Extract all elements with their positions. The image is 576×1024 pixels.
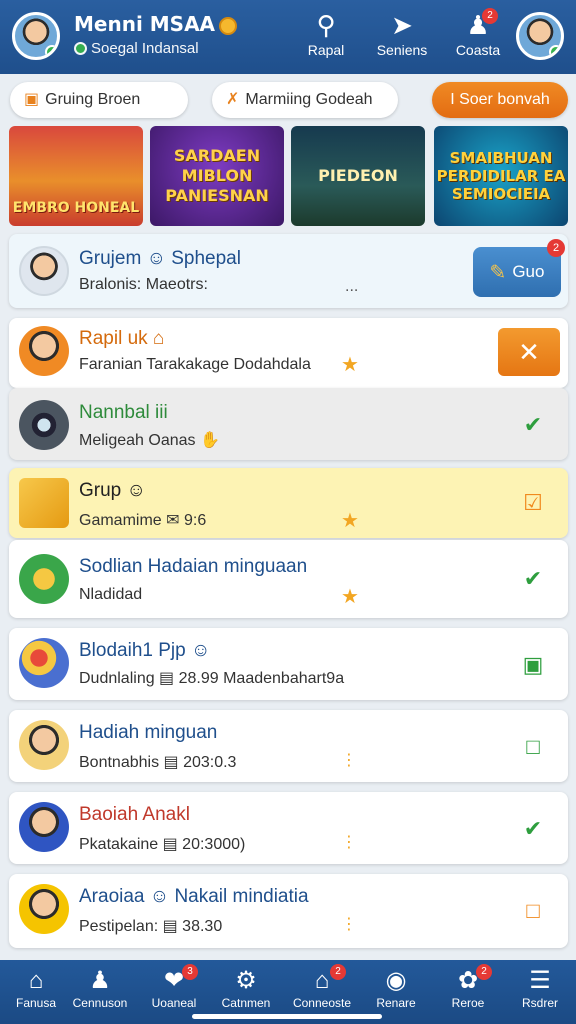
profile-avatar[interactable] (516, 12, 564, 60)
list-item[interactable]: Sodlian Hadaian minguaan Nladidad ★ ✔ (9, 540, 568, 618)
check-icon[interactable]: ✔ (520, 816, 546, 842)
item-subtitle: Dudnlaling ▤ 28.99 Maadenbahart9a (79, 670, 345, 687)
star-icon: ★ (341, 586, 359, 608)
tab-catnmen[interactable]: ⚙ Catnmen (210, 966, 282, 1010)
list-item[interactable]: Nannbal iii Meligeah Oanas ✋ ✔ (9, 388, 568, 460)
item-subtitle: Gamamime ✉ 9:6 (79, 512, 207, 529)
item-subtitle: Bontnabhis ▤ 203:0.3 (79, 754, 237, 771)
calendar-icon: ▣ (24, 91, 40, 108)
tab-fanusa[interactable]: ⌂ Fanusa (0, 966, 72, 1010)
more-dots[interactable]: ... (345, 278, 358, 296)
avatar (19, 246, 69, 296)
item-title: Nannbal iii (79, 402, 168, 423)
online-status-icon (549, 45, 561, 57)
item-title: Rapil uk ⌂ (79, 328, 165, 349)
banner-piedeon[interactable]: PIEDEON (291, 126, 425, 226)
notification-badge: 2 (330, 964, 346, 980)
rocket-icon: ➤ (391, 10, 413, 40)
chat-icon: ❤ (163, 967, 185, 994)
user-avatar[interactable] (12, 12, 60, 60)
avatar (19, 802, 69, 852)
avatar (19, 638, 69, 688)
tab-reroe[interactable]: ✿ 2 Reroe (432, 964, 504, 1010)
tab-uoaneal[interactable]: ❤ 3 Uoaneal (138, 964, 210, 1010)
home-icon: ⌂ (28, 967, 44, 994)
list-item[interactable]: Araoiaa ☺ Nakail mindiatia Pestipelan: ▤… (9, 874, 568, 948)
star-icon: ★ (341, 354, 359, 376)
item-title: Araoiaa ☺ Nakail mindiatia (79, 886, 309, 907)
bag-icon[interactable]: □ (520, 734, 546, 760)
avatar (19, 720, 69, 770)
group-action-button[interactable]: ✎ Guo 2 (473, 239, 565, 297)
group-title: Grujem ☺ Sphepal (79, 248, 241, 269)
item-subtitle: Meligeah Oanas ✋ (79, 432, 220, 449)
list-item[interactable]: Rapil uk ⌂ Faranian Tarakakage Dodahdala… (9, 318, 568, 388)
avatar (19, 400, 69, 450)
pin-icon: ⋮ (341, 916, 357, 933)
tab-cennuson[interactable]: ♟ Cennuson (64, 966, 136, 1010)
home-indicator[interactable] (192, 1014, 382, 1019)
star-icon: ★ (341, 510, 359, 532)
gift-icon: ✿ (457, 967, 479, 994)
avatar (19, 884, 69, 934)
item-title: Baoiah Anakl (79, 804, 190, 825)
item-subtitle: Faranian Tarakakage Dodahdala (79, 356, 311, 373)
group-card[interactable]: Grujem ☺ Sphepal Bralonis: Maeotrs: ... … (9, 234, 568, 308)
nav-rapal[interactable]: ⚲ Rapal (286, 8, 366, 58)
avatar (19, 326, 69, 376)
notification-badge: 2 (482, 8, 498, 24)
banner-embro-honeal[interactable]: EMBRO HONEAL (9, 126, 143, 226)
banner-smaibhuan[interactable]: SMAIBHUAN PERDIDILAR EA SEMIOCIEIA (434, 126, 568, 226)
menu-icon: ☰ (529, 967, 551, 994)
pencil-icon: ✎ (489, 261, 507, 284)
tab-rsdrer[interactable]: ☰ Rsdrer (504, 966, 576, 1010)
nav-coasta[interactable]: ♟ 2 Coasta (438, 8, 518, 58)
gear-icon: ⚙ (235, 967, 257, 994)
item-title: Sodlian Hadaian minguaan (79, 556, 308, 577)
avatar (19, 554, 69, 604)
online-status-icon (45, 45, 57, 57)
search-icon: ⚲ (316, 10, 336, 40)
nav-seniens[interactable]: ➤ Seniens (362, 8, 442, 58)
bag-icon[interactable]: ▣ (520, 652, 546, 678)
clock-icon: ◉ (385, 967, 407, 994)
group-subtitle: Bralonis: Maeotrs: (79, 276, 208, 293)
item-title: Hadiah minguan (79, 722, 218, 743)
tab-renare[interactable]: ◉ Renare (360, 966, 432, 1010)
users-icon: ♟ (466, 10, 490, 40)
item-title: Blodaih1 Pjp ☺ (79, 640, 211, 661)
check-icon[interactable]: ✔ (520, 412, 546, 438)
filter-gruing-broen[interactable]: ▣ Gruing Broen (10, 82, 188, 118)
close-button[interactable]: ✕ (498, 328, 560, 376)
online-dot-icon (74, 42, 87, 55)
list-item[interactable]: Blodaih1 Pjp ☺ Dudnlaling ▤ 28.99 Maaden… (9, 628, 568, 700)
coins-icon (19, 478, 69, 528)
pin-icon: ⋮ (341, 752, 357, 769)
filter-marmiing-godeah[interactable]: ✗ Marmiing Godeah (212, 82, 398, 118)
notification-badge: 3 (182, 964, 198, 980)
list-item[interactable]: Grup ☺ Gamamime ✉ 9:6 ★ ☑ (9, 468, 568, 538)
list-item[interactable]: Hadiah minguan Bontnabhis ▤ 203:0.3 ⋮ □ (9, 710, 568, 782)
person-icon: ✗ (226, 91, 240, 108)
notification-badge: 2 (476, 964, 492, 980)
item-subtitle: Pkatakaine ▤ 20:3000) (79, 836, 246, 853)
check-icon[interactable]: ✔ (520, 566, 546, 592)
check-icon[interactable]: ☑ (520, 490, 546, 516)
filter-soer-bonvah[interactable]: I Soer bonvah (432, 82, 568, 118)
item-title: Grup ☺ (79, 480, 146, 501)
house-icon: ⌂ (314, 967, 330, 994)
tab-conneoste[interactable]: ⌂ 2 Conneoste (286, 964, 358, 1010)
app-header: Menni MSAA Soegal Indansal ⚲ Rapal ➤ Sen… (0, 0, 576, 74)
user-subtitle: Soegal Indansal (74, 40, 199, 57)
notification-badge: 2 (547, 239, 565, 257)
item-subtitle: Nladidad (79, 586, 143, 603)
banner-sardaen[interactable]: SARDAEN MIBLON PANIESNAN (150, 126, 284, 226)
person-icon: ♟ (89, 967, 111, 994)
user-name: Menni MSAA (74, 12, 238, 36)
pin-icon: ⋮ (341, 834, 357, 851)
coin-icon (219, 16, 238, 35)
bag-icon[interactable]: □ (520, 898, 546, 924)
list-item[interactable]: Baoiah Anakl Pkatakaine ▤ 20:3000) ⋮ ✔ (9, 792, 568, 864)
item-subtitle: Pestipelan: ▤ 38.30 (79, 918, 223, 935)
